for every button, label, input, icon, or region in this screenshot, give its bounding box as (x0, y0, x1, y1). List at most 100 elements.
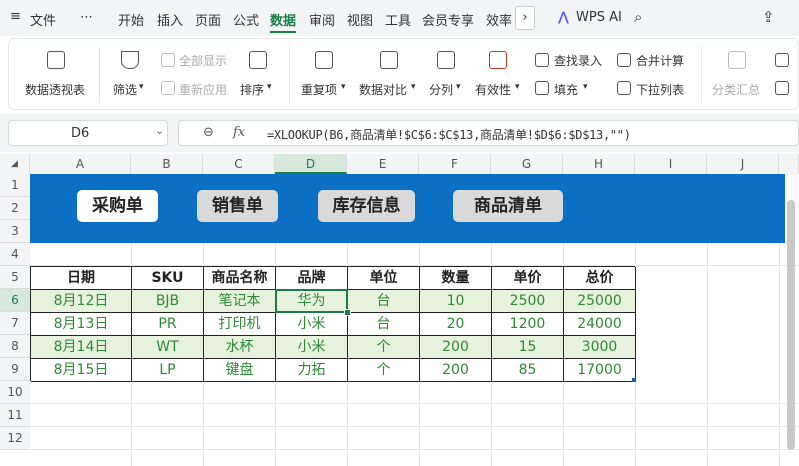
tab-formula[interactable]: 公式 (233, 10, 259, 29)
fill-dropdown-icon[interactable]: ▾ (583, 82, 588, 92)
tab-review[interactable]: 审阅 (309, 10, 335, 29)
tab-insert[interactable]: 插入 (157, 10, 183, 29)
row-header[interactable]: 7 (0, 312, 30, 335)
column-header[interactable]: F (419, 154, 491, 174)
table-cell[interactable]: BJB (132, 290, 204, 313)
row-header[interactable]: 6 (0, 289, 30, 312)
subtotal-button[interactable]: 分类汇总 (712, 81, 760, 98)
duplicates-button[interactable]: 重复项 (301, 81, 337, 98)
table-resize-handle[interactable] (632, 378, 636, 382)
table-cell[interactable]: 小米 (276, 313, 348, 336)
table-cell[interactable]: 台 (348, 290, 420, 313)
column-header[interactable] (779, 154, 799, 174)
sort-button[interactable]: 排序 (240, 81, 264, 98)
row-header[interactable]: 10 (0, 381, 30, 404)
row-header[interactable]: 1 (0, 174, 30, 197)
table-cell[interactable]: 200 (420, 359, 492, 382)
table-header[interactable]: 品牌 (276, 267, 348, 290)
row-header[interactable]: 4 (0, 243, 30, 266)
column-header[interactable]: E (347, 154, 419, 174)
table-header[interactable]: SKU (132, 267, 204, 290)
duplicates-dropdown-icon[interactable]: ▾ (341, 82, 346, 92)
sort-dropdown-icon[interactable]: ▾ (267, 82, 272, 92)
column-header[interactable]: C (203, 154, 275, 174)
nav-button-inventory[interactable]: 库存信息 (318, 190, 415, 222)
nav-button-sales[interactable]: 销售单 (197, 190, 278, 222)
tab-home[interactable]: 开始 (118, 10, 144, 29)
cloud-upload-icon[interactable]: ⇪ (762, 8, 775, 26)
table-cell[interactable]: 25000 (564, 290, 636, 313)
column-header[interactable]: G (491, 154, 563, 174)
table-cell[interactable]: 个 (348, 336, 420, 359)
chevron-right-icon[interactable]: › (515, 6, 535, 30)
table-header[interactable]: 单价 (492, 267, 564, 290)
split-dropdown-icon[interactable]: ▾ (456, 82, 461, 92)
table-cell[interactable]: 17000 (564, 359, 636, 382)
table-cell[interactable]: 力拓 (276, 359, 348, 382)
tab-efficiency[interactable]: 效率 (486, 10, 512, 29)
show-all-button[interactable]: 全部显示 (179, 52, 227, 69)
column-header[interactable]: I (635, 154, 707, 174)
table-cell[interactable]: 打印机 (204, 313, 276, 336)
tab-page[interactable]: 页面 (195, 10, 221, 29)
filter-dropdown-icon[interactable]: ▾ (139, 82, 144, 92)
tab-member[interactable]: 会员专享 (422, 10, 474, 29)
table-cell[interactable]: 笔记本 (204, 290, 276, 313)
column-header[interactable]: J (707, 154, 779, 174)
pivot-table-button[interactable]: 数据透视表 (25, 81, 85, 98)
validity-button[interactable]: 有效性 (475, 81, 511, 98)
reapply-button[interactable]: 重新应用 (179, 81, 227, 98)
table-cell[interactable]: 10 (420, 290, 492, 313)
table-cell[interactable]: 8月15日 (31, 359, 132, 382)
table-cell[interactable]: 键盘 (204, 359, 276, 382)
table-header[interactable]: 商品名称 (204, 267, 276, 290)
table-cell[interactable]: 台 (348, 313, 420, 336)
table-cell[interactable]: 20 (420, 313, 492, 336)
table-cell[interactable]: 200 (420, 336, 492, 359)
validity-dropdown-icon[interactable]: ▾ (515, 82, 520, 92)
row-header[interactable]: 12 (0, 427, 30, 450)
merge-calc-button[interactable]: 合并计算 (636, 52, 684, 69)
column-header[interactable]: H (563, 154, 635, 174)
table-cell[interactable]: 水杯 (204, 336, 276, 359)
column-header[interactable]: B (131, 154, 203, 174)
tab-tools[interactable]: 工具 (385, 10, 411, 29)
select-all-corner[interactable]: ◢ (0, 154, 30, 174)
fx-icon[interactable]: fx (233, 125, 245, 140)
fill-button[interactable]: 填充 (554, 81, 578, 98)
compare-dropdown-icon[interactable]: ▾ (411, 82, 416, 92)
table-cell[interactable]: 8月12日 (31, 290, 132, 313)
ungroup-icon[interactable] (775, 81, 789, 95)
menu-file[interactable]: 文件 (30, 10, 56, 29)
group-icon[interactable] (775, 53, 789, 67)
table-cell[interactable]: 华为 (276, 290, 348, 313)
table-cell[interactable]: 15 (492, 336, 564, 359)
table-header[interactable]: 日期 (31, 267, 132, 290)
vertical-scrollbar[interactable] (787, 200, 795, 450)
zoom-icon[interactable]: ⊖ (203, 125, 214, 140)
table-cell[interactable]: 2500 (492, 290, 564, 313)
table-header[interactable]: 总价 (564, 267, 636, 290)
table-cell[interactable]: PR (132, 313, 204, 336)
table-header[interactable]: 数量 (420, 267, 492, 290)
row-header[interactable]: 2 (0, 197, 30, 220)
tab-view[interactable]: 视图 (347, 10, 373, 29)
find-entry-button[interactable]: 查找录入 (554, 52, 602, 69)
column-header[interactable]: D (275, 154, 347, 174)
search-icon[interactable]: ⌕ (634, 8, 642, 26)
table-cell[interactable]: 24000 (564, 313, 636, 336)
nav-button-purchase[interactable]: 采购单 (77, 190, 158, 222)
table-cell[interactable]: 8月13日 (31, 313, 132, 336)
row-header[interactable]: 11 (0, 404, 30, 427)
dropdown-list-button[interactable]: 下拉列表 (636, 81, 684, 98)
wps-ai-button[interactable]: WPS AI (576, 10, 622, 25)
row-header[interactable]: 9 (0, 358, 30, 381)
row-header[interactable]: 5 (0, 266, 30, 289)
split-column-button[interactable]: 分列 (429, 81, 453, 98)
table-header[interactable]: 单位 (348, 267, 420, 290)
row-header[interactable]: 3 (0, 220, 30, 243)
menu-icon[interactable]: ≡ (10, 9, 21, 24)
filter-button[interactable]: 筛选 (113, 81, 137, 98)
tab-data[interactable]: 数据 (270, 10, 296, 29)
menu-more[interactable]: ⋯ (80, 10, 93, 25)
